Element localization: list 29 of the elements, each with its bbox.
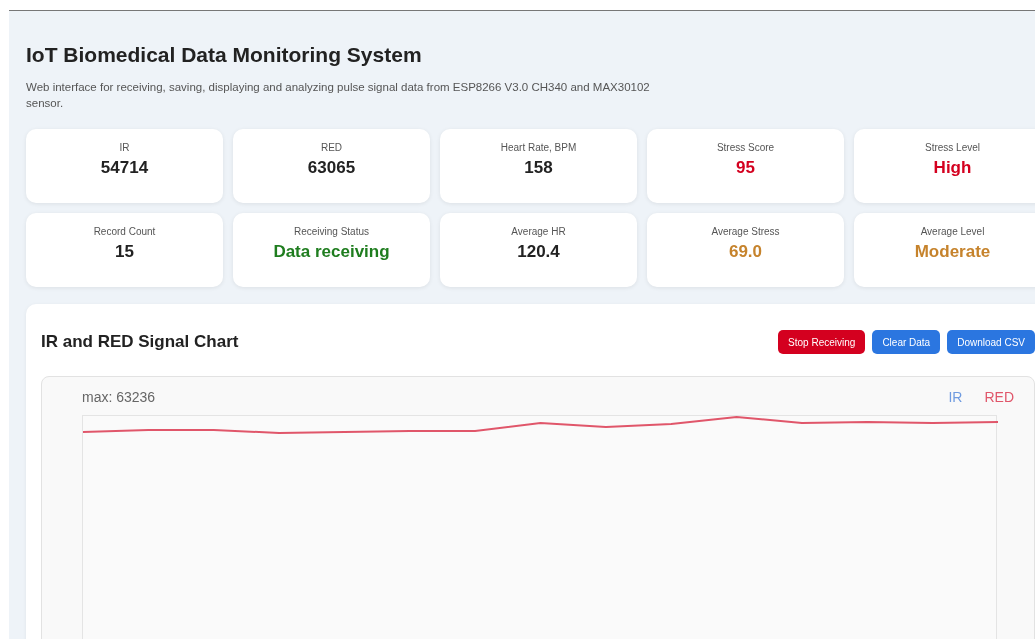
stat-label: IR <box>119 142 130 153</box>
stat-value: Data receiving <box>273 242 390 262</box>
page-description: Web interface for receiving, saving, displaying and analyzing pulse signal data from ESP8266 V3.0 CH340 and MAX30102 sensor. <box>26 80 651 111</box>
max-label: max: 63236 <box>82 389 156 405</box>
stat-value: 69.0 <box>728 242 763 262</box>
stat-label: Average Stress <box>711 226 780 237</box>
stat-label: Stress Level <box>925 142 980 153</box>
stat-value: 54714 <box>100 158 149 178</box>
stat-value: Moderate <box>914 242 991 262</box>
legend-item: IR <box>948 389 963 405</box>
stat-value: 63065 <box>307 158 356 178</box>
stat-label: Heart Rate, BPM <box>500 142 577 153</box>
legend-item: RED <box>984 389 1014 405</box>
stat-value: 158 <box>524 158 553 178</box>
stat-label: Record Count <box>93 226 156 237</box>
page-title: IoT Biomedical Data Monitoring System <box>26 43 423 67</box>
chart-title: IR and RED Signal Chart <box>41 332 239 352</box>
stat-label: Average HR <box>511 226 566 237</box>
action-button[interactable]: Stop Receiving <box>778 330 866 354</box>
stat-value: High <box>933 158 972 178</box>
stat-label: Stress Score <box>716 142 775 153</box>
stat-value: 95 <box>736 158 755 178</box>
stat-value: 120.4 <box>517 242 560 262</box>
stat-label: Average Level <box>920 226 985 237</box>
stat-label: Receiving Status <box>293 226 369 237</box>
stat-label: RED <box>320 142 343 153</box>
action-button[interactable]: Download CSV <box>947 330 1035 354</box>
stat-value: 15 <box>115 242 134 262</box>
action-button[interactable]: Clear Data <box>872 330 941 354</box>
